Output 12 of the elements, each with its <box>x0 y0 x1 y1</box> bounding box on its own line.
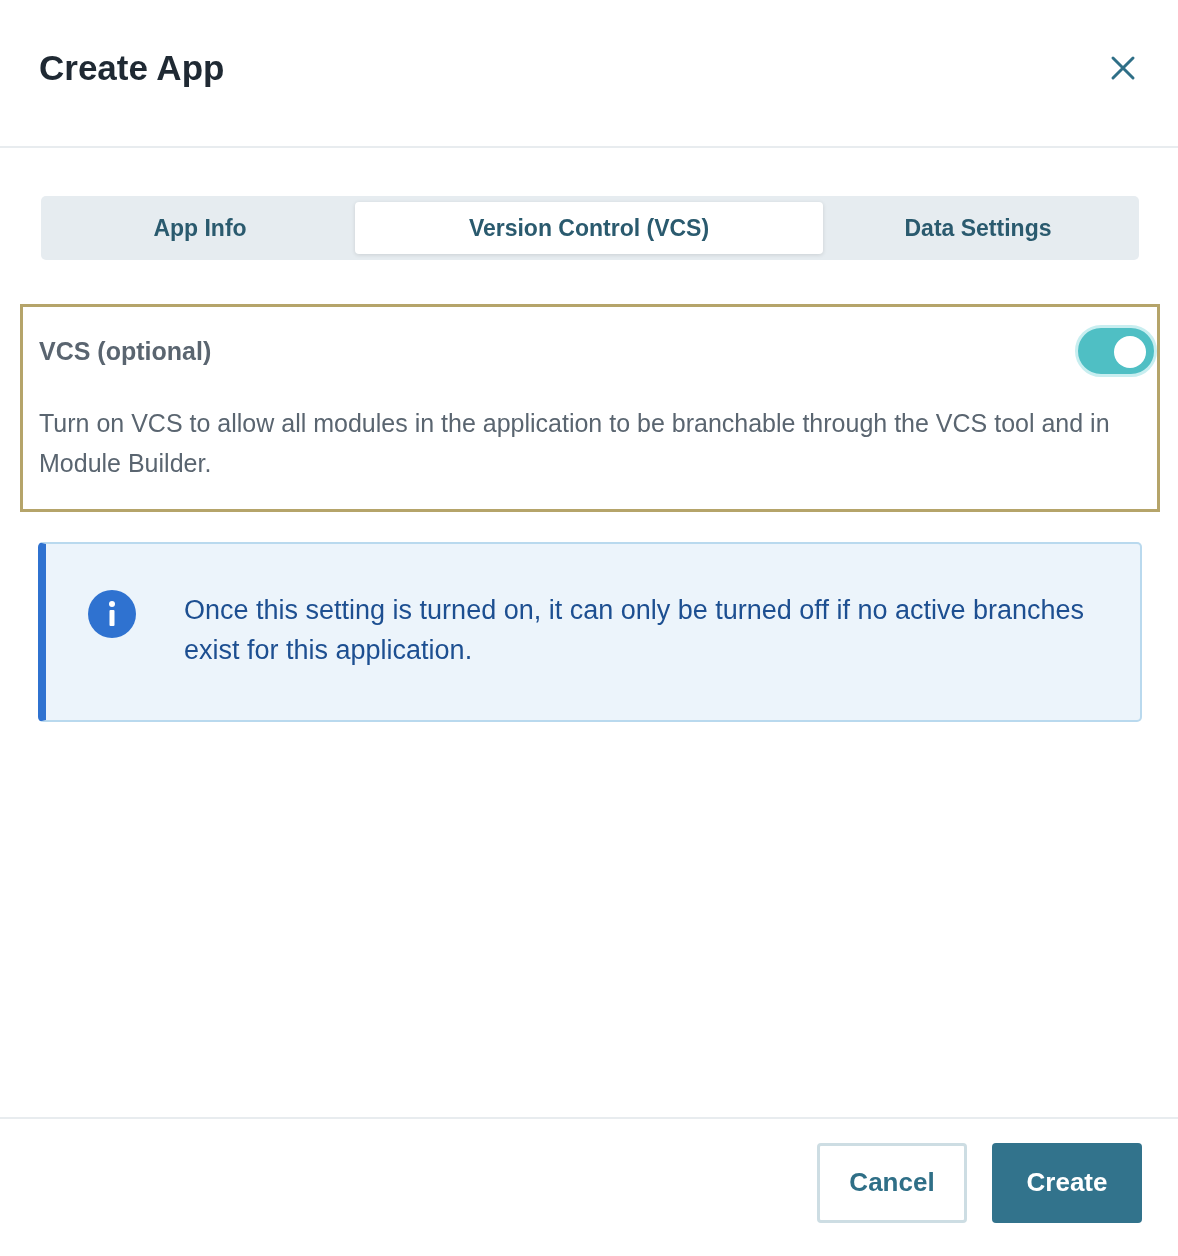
vcs-toggle[interactable] <box>1075 325 1157 377</box>
tab[interactable]: Version Control (VCS) <box>355 202 823 254</box>
info-icon <box>88 590 136 638</box>
tab[interactable]: Data Settings <box>823 202 1133 254</box>
tab[interactable]: App Info <box>45 202 355 254</box>
notice-text: Once this setting is turned on, it can only be turned off if no active branches exist for this application. <box>184 594 1086 667</box>
cancel-button[interactable]: Cancel <box>817 1142 967 1223</box>
create-button[interactable]: Create <box>992 1142 1142 1223</box>
close-icon[interactable] <box>1110 55 1136 81</box>
dialog-title: Create App <box>39 48 225 88</box>
vcs-label: VCS (optional) <box>39 336 212 366</box>
vcs-description: Turn on VCS to allow all modules in the application to be branchable through the VCS tool and in Module Builder. <box>39 408 1111 479</box>
